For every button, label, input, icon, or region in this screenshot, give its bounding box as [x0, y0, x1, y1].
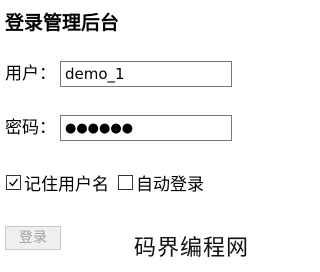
password-input[interactable]: [60, 115, 232, 141]
auto-login-label: 自动登录: [136, 174, 204, 195]
password-row: 密码：: [5, 115, 232, 141]
username-row: 用户：: [5, 61, 232, 87]
remember-username-label: 记住用户名: [24, 174, 109, 195]
login-button[interactable]: 登录: [5, 226, 61, 250]
username-input[interactable]: [60, 61, 232, 87]
password-label: 密码：: [5, 118, 56, 138]
username-label: 用户：: [5, 64, 56, 84]
page-title: 登录管理后台: [5, 12, 120, 34]
auto-login-checkbox[interactable]: [118, 174, 133, 190]
remember-username-checkbox[interactable]: [6, 174, 21, 190]
watermark-logo-text: 码界编程网: [133, 236, 249, 261]
checkmark-icon: [9, 178, 19, 187]
login-options: 记住用户名 自动登录: [6, 169, 213, 195]
